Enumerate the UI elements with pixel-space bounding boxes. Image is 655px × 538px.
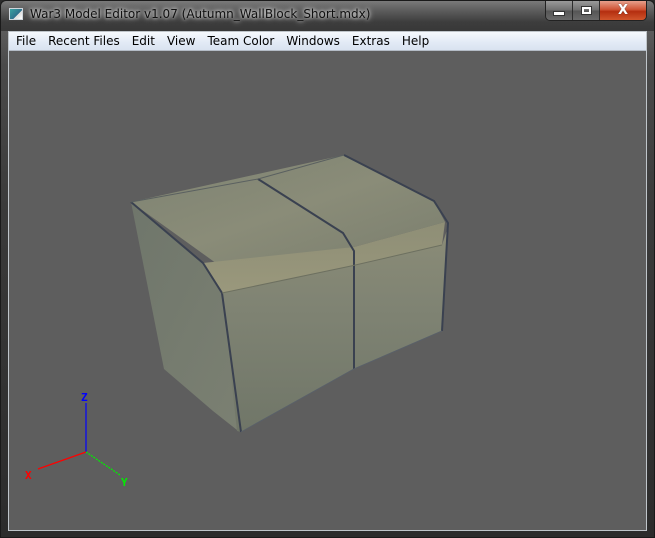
- maximize-icon: [580, 6, 592, 15]
- menu-edit[interactable]: Edit: [126, 32, 161, 50]
- menu-team-color[interactable]: Team Color: [201, 32, 280, 50]
- viewport-canvas[interactable]: Z X Y: [9, 51, 646, 530]
- axis-x-label: X: [25, 469, 32, 482]
- axis-gizmo: Z X Y: [25, 391, 128, 489]
- window-title: War3 Model Editor v1.07 (Autumn_WallBloc…: [30, 7, 371, 21]
- axis-y-label: Y: [121, 476, 128, 489]
- axis-x-line: [37, 451, 87, 470]
- client-area: File Recent Files Edit View Team Color W…: [8, 31, 647, 531]
- menu-view[interactable]: View: [161, 32, 201, 50]
- minimize-icon: [553, 10, 565, 16]
- menu-extras[interactable]: Extras: [346, 32, 396, 50]
- menu-help[interactable]: Help: [396, 32, 435, 50]
- menu-file[interactable]: File: [9, 32, 42, 50]
- close-button[interactable]: X: [600, 1, 646, 20]
- title-bar[interactable]: War3 Model Editor v1.07 (Autumn_WallBloc…: [1, 1, 654, 31]
- minimize-button[interactable]: [546, 1, 573, 20]
- maximize-button[interactable]: [573, 1, 600, 20]
- axis-z-label: Z: [81, 391, 88, 404]
- app-window: War3 Model Editor v1.07 (Autumn_WallBloc…: [0, 0, 655, 538]
- menu-windows[interactable]: Windows: [280, 32, 346, 50]
- 3d-viewport[interactable]: Z X Y: [9, 51, 646, 530]
- war3-model-editor-icon[interactable]: [9, 8, 23, 20]
- axis-y-line: [85, 451, 121, 476]
- wall-block-model: [130, 154, 450, 433]
- menu-bar: File Recent Files Edit View Team Color W…: [9, 32, 646, 51]
- menu-recent-files[interactable]: Recent Files: [42, 32, 126, 50]
- close-icon: X: [617, 3, 629, 18]
- caption-buttons: X: [545, 1, 647, 21]
